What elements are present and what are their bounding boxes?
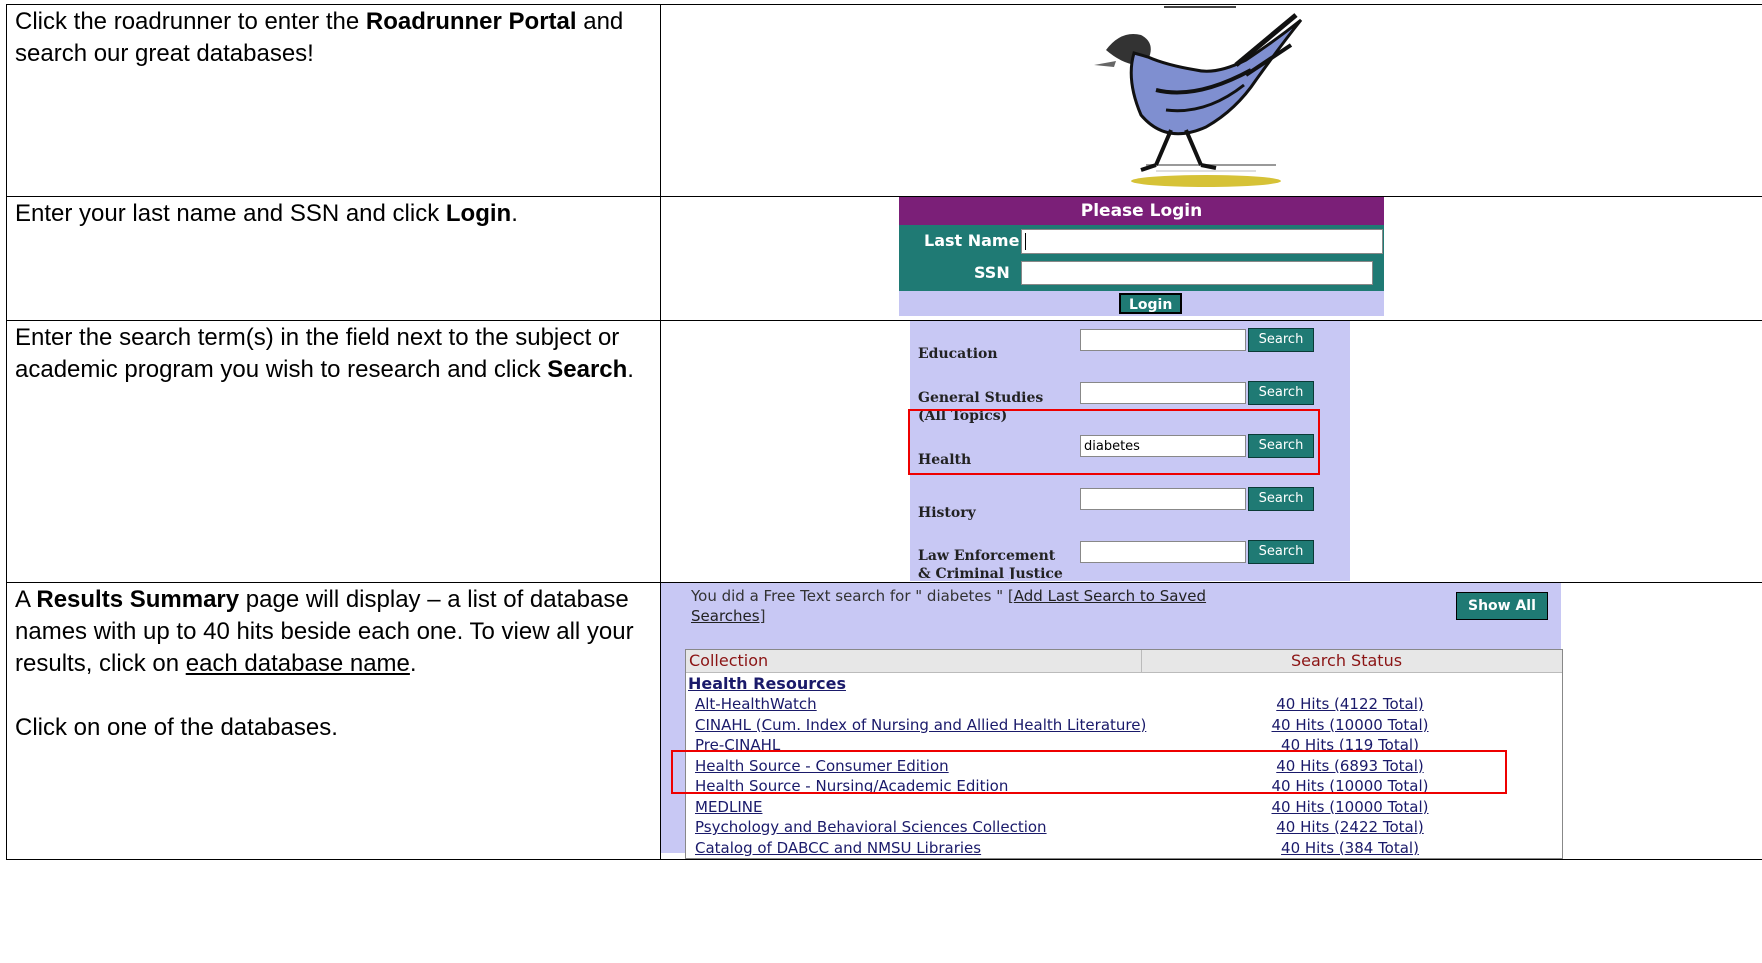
status-column-header: Search Status [1291,651,1403,670]
subject-label: History [918,505,976,521]
step-4-underlined: each database name [185,650,410,677]
database-link[interactable]: CINAHL (Cum. Index of Nursing and Allied… [695,716,1146,734]
search-cell: Education Search General Studies (All To… [660,320,1762,583]
collection-column-header: Collection [689,651,769,670]
instruction-step-1: Click the roadrunner to enter the Roadru… [6,4,661,197]
save-search-bracket: ] [759,607,766,625]
subject-search-input[interactable] [1080,541,1246,563]
table-row: Alt-HealthWatch 40 Hits (4122 Total) [686,694,1562,715]
login-fields: Last Name SSN [899,225,1384,291]
table-row: CINAHL (Cum. Index of Nursing and Allied… [686,714,1562,735]
step-4-bold: Results Summary [36,586,240,613]
step-3-bold: Search [547,356,628,383]
search-description-text: You did a Free Text search for " diabete… [691,587,1014,605]
database-link[interactable]: MEDLINE [695,798,762,816]
step-3-text: Enter the search term(s) in the field ne… [15,324,620,383]
login-cell: Please Login Last Name SSN Login [660,196,1762,321]
ssn-label: SSN [974,263,1010,282]
results-summary-panel: You did a Free Text search for " diabete… [661,583,1563,859]
last-name-label: Last Name [924,231,1020,250]
subject-label: Law Enforcement & Criminal Justice [918,548,1063,579]
step-4-text: A [15,586,37,613]
login-button[interactable]: Login [1119,293,1183,314]
step-2-text: Enter your last name and SSN and click [15,200,446,227]
login-footer: Login [899,291,1384,316]
subject-search-button[interactable]: Search [1248,381,1314,405]
results-cell: You did a Free Text search for " diabete… [660,582,1762,860]
subject-search-button[interactable]: Search [1248,487,1314,511]
table-row: MEDLINE 40 Hits (10000 Total) [686,796,1562,817]
ssn-field[interactable] [1021,261,1373,285]
step-2-text-end: . [511,200,518,227]
hits-link[interactable]: 40 Hits (10000 Total) [1226,716,1474,734]
group-link[interactable]: Health Resources [688,674,846,693]
hits-link[interactable]: 40 Hits (2422 Total) [1226,818,1474,836]
subject-search-input[interactable] [1080,488,1246,510]
show-all-button[interactable]: Show All [1456,592,1548,620]
table-row: Psychology and Behavioral Sciences Colle… [686,817,1562,838]
results-group-header: Health Resources [686,673,1562,694]
step-1-bold: Roadrunner Portal [365,8,577,35]
database-link[interactable]: Psychology and Behavioral Sciences Colle… [695,818,1047,836]
instruction-step-3: Enter the search term(s) in the field ne… [6,320,661,583]
roadrunner-cell [660,4,1762,197]
step-4-text-end: . [409,650,417,677]
step-4-second-line: Click on one of the databases. [15,714,338,741]
subject-search-panel: Education Search General Studies (All To… [908,321,1350,581]
step-1-text: Click the roadrunner to enter the [15,8,366,35]
hits-link[interactable]: 40 Hits (4122 Total) [1226,695,1474,713]
instruction-step-2: Enter your last name and SSN and click L… [6,196,661,321]
highlight-box [908,409,1320,475]
login-panel: Please Login Last Name SSN Login [899,197,1384,316]
instruction-table: Click the roadrunner to enter the Roadru… [6,4,1762,860]
column-divider [1141,650,1142,672]
login-header: Please Login [899,197,1384,225]
results-table-header: Collection Search Status [686,650,1562,673]
last-name-field[interactable] [1021,229,1383,254]
hits-link[interactable]: 40 Hits (10000 Total) [1226,798,1474,816]
subject-search-input[interactable] [1080,329,1246,351]
hits-link[interactable]: 40 Hits (384 Total) [1226,839,1474,857]
table-row: Catalog of DABCC and NMSU Libraries 40 Hi… [686,837,1562,858]
step-3-text-end: . [627,356,634,383]
subject-search-button[interactable]: Search [1248,540,1314,564]
highlight-box [671,750,1507,794]
database-link[interactable]: Alt-HealthWatch [695,695,817,713]
text-caret [1025,233,1026,250]
roadrunner-logo[interactable] [1086,5,1306,195]
database-link[interactable]: Catalog of DABCC and NMSU Libraries [695,839,981,857]
search-description: You did a Free Text search for " diabete… [691,586,1251,626]
instruction-step-4: A Results Summary page will display – a … [6,582,661,860]
subject-label: Education [918,346,998,362]
step-2-bold: Login [445,200,512,227]
subject-search-button[interactable]: Search [1248,328,1314,352]
subject-search-input[interactable] [1080,382,1246,404]
